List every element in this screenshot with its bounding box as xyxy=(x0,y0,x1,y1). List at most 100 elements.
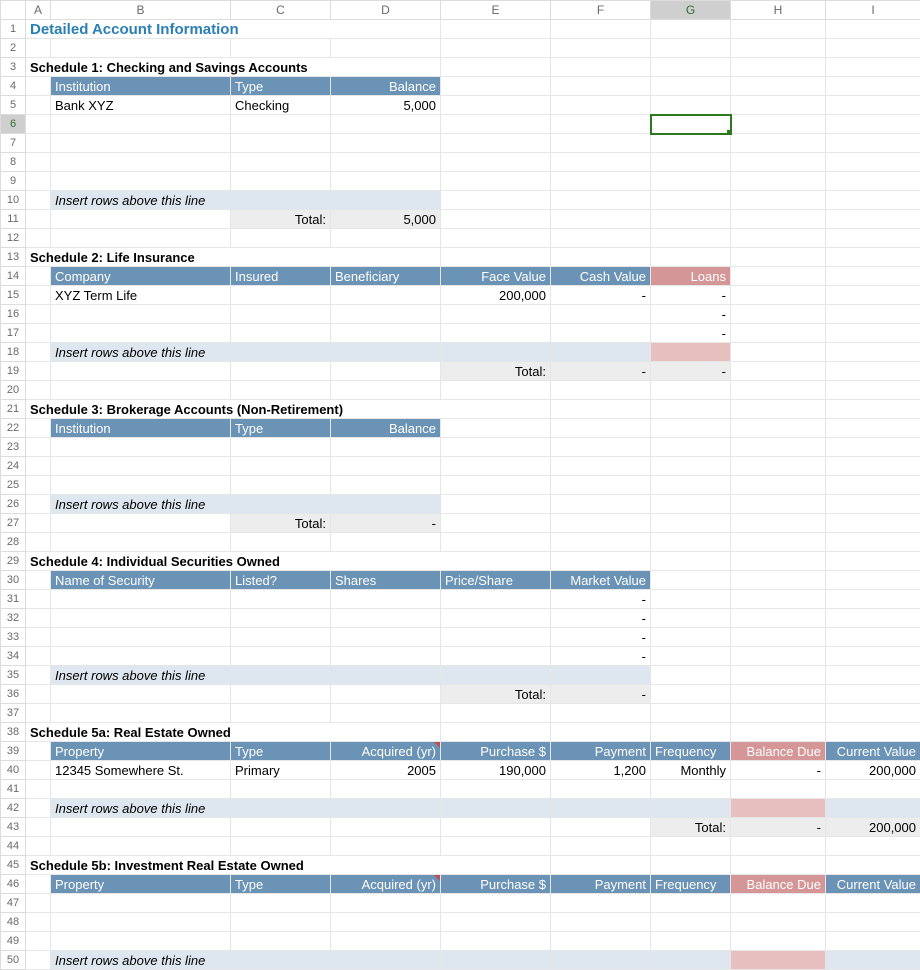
row-header[interactable]: 22 xyxy=(1,419,26,438)
col-B[interactable]: B xyxy=(51,1,231,20)
row-header[interactable]: 45 xyxy=(1,856,26,875)
row-header[interactable]: 50 xyxy=(1,951,26,970)
row-header[interactable]: 39 xyxy=(1,742,26,761)
select-all-corner[interactable] xyxy=(1,1,26,20)
col-header: Loans xyxy=(651,267,731,286)
cell[interactable]: - xyxy=(651,286,731,305)
cell[interactable]: - xyxy=(551,628,651,647)
row-header[interactable]: 19 xyxy=(1,362,26,381)
row-header[interactable]: 7 xyxy=(1,134,26,153)
row-header[interactable]: 24 xyxy=(1,457,26,476)
row-header[interactable]: 46 xyxy=(1,875,26,894)
cell[interactable]: - xyxy=(651,324,731,343)
row-header[interactable]: 2 xyxy=(1,39,26,58)
cell[interactable]: - xyxy=(551,609,651,628)
row-header[interactable]: 23 xyxy=(1,438,26,457)
col-D[interactable]: D xyxy=(331,1,441,20)
row-header[interactable]: 16 xyxy=(1,305,26,324)
row-header[interactable]: 40 xyxy=(1,761,26,780)
row-header[interactable]: 13 xyxy=(1,248,26,267)
row-header[interactable]: 14 xyxy=(1,267,26,286)
row-header[interactable]: 41 xyxy=(1,780,26,799)
row-header[interactable]: 48 xyxy=(1,913,26,932)
row-header[interactable]: 42 xyxy=(1,799,26,818)
col-H[interactable]: H xyxy=(731,1,826,20)
row-header[interactable]: 25 xyxy=(1,476,26,495)
col-I[interactable]: I xyxy=(826,1,920,20)
col-F[interactable]: F xyxy=(551,1,651,20)
cell[interactable]: - xyxy=(551,286,651,305)
row-header[interactable]: 30 xyxy=(1,571,26,590)
row-header[interactable]: 4 xyxy=(1,77,26,96)
row-header[interactable]: 31 xyxy=(1,590,26,609)
col-header: Insured xyxy=(231,267,331,286)
section-heading: Schedule 5b: Investment Real Estate Owne… xyxy=(26,856,551,875)
row-header[interactable]: 34 xyxy=(1,647,26,666)
row-header[interactable]: 43 xyxy=(1,818,26,837)
row-header[interactable]: 28 xyxy=(1,533,26,552)
cell[interactable] xyxy=(331,286,441,305)
cell[interactable]: Primary xyxy=(231,761,331,780)
cell[interactable]: 200,000 xyxy=(826,761,920,780)
cell[interactable]: 12345 Somewhere St. xyxy=(51,761,231,780)
total-label: Total: xyxy=(231,514,331,533)
row-header[interactable]: 11 xyxy=(1,210,26,229)
col-header: Type xyxy=(231,419,331,438)
row-header[interactable]: 44 xyxy=(1,837,26,856)
row-header[interactable]: 33 xyxy=(1,628,26,647)
row-header[interactable]: 8 xyxy=(1,153,26,172)
insert-hint: Insert rows above this line xyxy=(51,666,441,685)
cell[interactable]: XYZ Term Life xyxy=(51,286,231,305)
column-headers: A B C D E F G H I xyxy=(1,1,920,20)
row-header[interactable]: 3 xyxy=(1,58,26,77)
cell[interactable]: 1,200 xyxy=(551,761,651,780)
row-header[interactable]: 6 xyxy=(1,115,26,134)
row-header[interactable]: 35 xyxy=(1,666,26,685)
cell[interactable]: - xyxy=(731,761,826,780)
row-header[interactable]: 32 xyxy=(1,609,26,628)
row-header[interactable]: 1 xyxy=(1,20,26,39)
row-header[interactable]: 12 xyxy=(1,229,26,248)
grid[interactable]: A B C D E F G H I 1 Detailed Account Inf… xyxy=(0,0,920,970)
row-header[interactable]: 29 xyxy=(1,552,26,571)
col-E[interactable]: E xyxy=(441,1,551,20)
col-header: Price/Share xyxy=(441,571,551,590)
cell[interactable]: 190,000 xyxy=(441,761,551,780)
total-label: Total: xyxy=(651,818,731,837)
col-G[interactable]: G xyxy=(651,1,731,20)
row-header[interactable]: 17 xyxy=(1,324,26,343)
cell[interactable]: Bank XYZ xyxy=(51,96,231,115)
cell[interactable]: Monthly xyxy=(651,761,731,780)
col-header: Cash Value xyxy=(551,267,651,286)
row-header[interactable]: 47 xyxy=(1,894,26,913)
row-header[interactable]: 36 xyxy=(1,685,26,704)
row-header[interactable]: 20 xyxy=(1,381,26,400)
spreadsheet[interactable]: A B C D E F G H I 1 Detailed Account Inf… xyxy=(0,0,920,881)
cell[interactable]: - xyxy=(651,305,731,324)
row-header[interactable]: 37 xyxy=(1,704,26,723)
insert-hint: Insert rows above this line xyxy=(51,343,441,362)
row-header[interactable]: 49 xyxy=(1,932,26,951)
cell[interactable]: - xyxy=(551,647,651,666)
col-A[interactable]: A xyxy=(26,1,51,20)
cell[interactable] xyxy=(231,286,331,305)
row-header[interactable]: 26 xyxy=(1,495,26,514)
cell[interactable]: - xyxy=(551,590,651,609)
active-cell[interactable] xyxy=(651,115,731,134)
row-header[interactable]: 5 xyxy=(1,96,26,115)
row-header[interactable]: 9 xyxy=(1,172,26,191)
cell[interactable]: 200,000 xyxy=(441,286,551,305)
row-header[interactable]: 18 xyxy=(1,343,26,362)
row-header[interactable]: 21 xyxy=(1,400,26,419)
cell[interactable]: 5,000 xyxy=(331,96,441,115)
row-header[interactable]: 10 xyxy=(1,191,26,210)
row-header[interactable]: 38 xyxy=(1,723,26,742)
cell[interactable]: 2005 xyxy=(331,761,441,780)
col-header: Face Value xyxy=(441,267,551,286)
col-C[interactable]: C xyxy=(231,1,331,20)
row-header[interactable]: 15 xyxy=(1,286,26,305)
cell[interactable]: Checking xyxy=(231,96,331,115)
col-header: Institution xyxy=(51,419,231,438)
row-header[interactable]: 27 xyxy=(1,514,26,533)
col-header: Balance xyxy=(331,419,441,438)
